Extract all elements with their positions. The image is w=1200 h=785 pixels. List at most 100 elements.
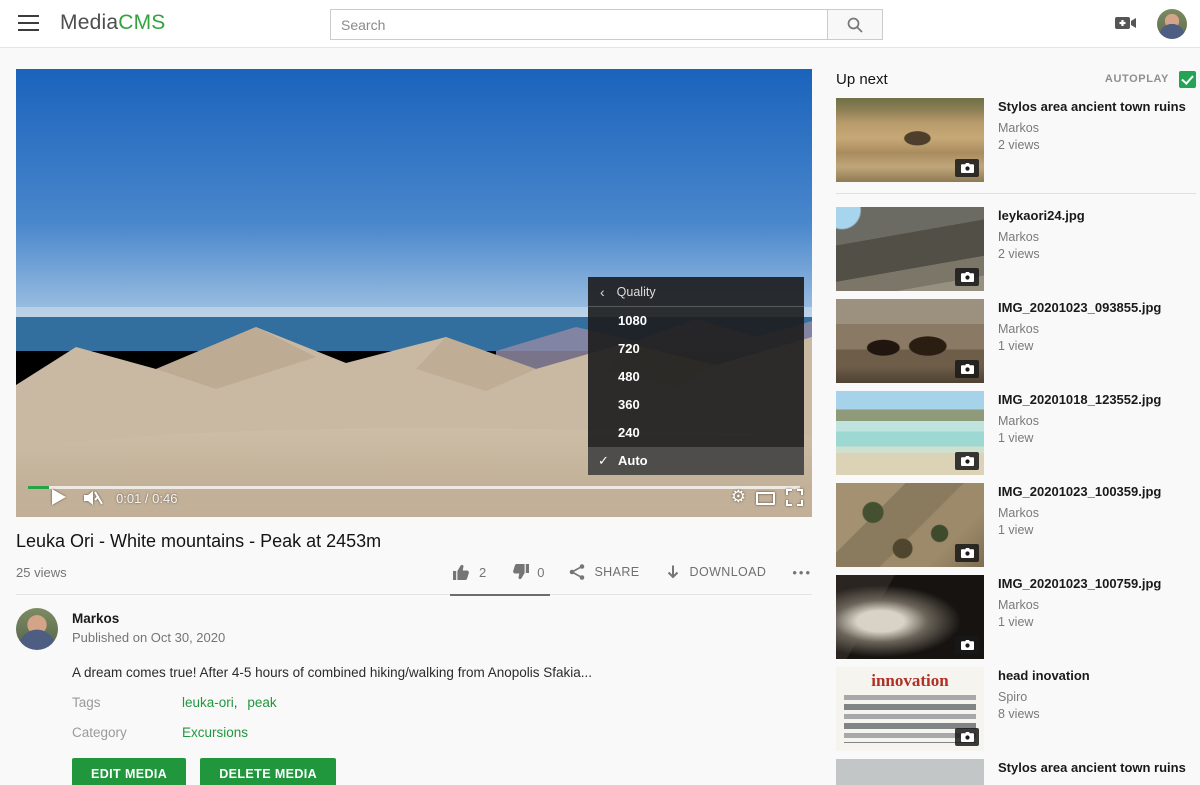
upnext-item-title[interactable]: IMG_20201023_100359.jpg bbox=[998, 484, 1161, 500]
tag-link[interactable]: leuka-ori bbox=[182, 695, 234, 710]
upnext-item-title[interactable]: IMG_20201023_100759.jpg bbox=[998, 576, 1161, 592]
upnext-thumbnail[interactable]: innovation bbox=[836, 667, 984, 751]
autoplay-checkbox[interactable] bbox=[1179, 71, 1196, 88]
category-label: Category bbox=[72, 725, 182, 740]
delete-media-button[interactable]: DELETE MEDIA bbox=[200, 758, 336, 785]
camera-icon bbox=[961, 272, 974, 282]
theater-mode-button[interactable] bbox=[756, 492, 775, 505]
tag-link[interactable]: peak bbox=[247, 695, 276, 710]
fullscreen-icon bbox=[786, 489, 803, 506]
image-type-badge bbox=[955, 159, 979, 177]
upnext-item-title[interactable]: IMG_20201018_123552.jpg bbox=[998, 392, 1161, 408]
upnext-item-author: Markos bbox=[998, 506, 1161, 520]
view-count: 25 views bbox=[16, 565, 67, 580]
camera-icon bbox=[961, 456, 974, 466]
edit-media-button[interactable]: EDIT MEDIA bbox=[72, 758, 186, 785]
upnext-item-title[interactable]: leykaori24.jpg bbox=[998, 208, 1085, 224]
published-date: Published on Oct 30, 2020 bbox=[72, 630, 225, 645]
share-button[interactable]: SHARE bbox=[568, 563, 639, 581]
quality-option[interactable]: ✓ 1080 bbox=[588, 307, 804, 335]
action-bar: 2 0 SHARE bbox=[452, 562, 812, 582]
upnext-item[interactable]: innovation head inovation Spiro 8 views bbox=[836, 667, 1196, 751]
upnext-item-views: 1 view bbox=[998, 523, 1161, 537]
upnext-thumbnail[interactable] bbox=[836, 575, 984, 659]
quality-option-label: 240 bbox=[618, 425, 640, 440]
time-display: 0:01 / 0:46 bbox=[116, 491, 177, 506]
image-type-badge bbox=[955, 360, 979, 378]
video-add-icon bbox=[1114, 14, 1138, 32]
search-input[interactable] bbox=[330, 9, 827, 40]
upnext-item-views: 1 view bbox=[998, 339, 1161, 353]
quality-option[interactable]: ✓ 360 bbox=[588, 391, 804, 419]
upnext-item[interactable]: IMG_20201023_093855.jpg Markos 1 view bbox=[836, 299, 1196, 383]
gear-icon: ⚙ bbox=[731, 487, 746, 506]
meta-row: 25 views 2 0 bbox=[16, 562, 812, 595]
logo-cms: CMS bbox=[118, 11, 165, 34]
video-player[interactable]: ‹ Quality ✓ 1080 ✓ 720 ✓ 480 ✓ 360 ✓ 240… bbox=[16, 69, 812, 517]
upnext-thumbnail[interactable] bbox=[836, 759, 984, 785]
autoplay-label: AUTOPLAY bbox=[1105, 73, 1169, 85]
upnext-item-views: 8 views bbox=[998, 707, 1090, 721]
upnext-item-title[interactable]: head inovation bbox=[998, 668, 1090, 684]
more-options-button[interactable]: ••• bbox=[792, 565, 812, 580]
rating-group: 2 0 bbox=[452, 562, 544, 582]
upnext-item[interactable]: IMG_20201023_100759.jpg Markos 1 view bbox=[836, 575, 1196, 659]
upnext-item-title[interactable]: Stylos area ancient town ruins bbox=[998, 99, 1186, 115]
upnext-item-author: Markos bbox=[998, 230, 1085, 244]
upnext-item-views: 2 views bbox=[998, 138, 1186, 152]
upnext-thumbnail[interactable] bbox=[836, 98, 984, 182]
download-button[interactable]: DOWNLOAD bbox=[664, 563, 767, 581]
author-name[interactable]: Markos bbox=[72, 611, 225, 626]
quality-menu-back[interactable]: ‹ Quality bbox=[588, 277, 804, 307]
upnext-item-title[interactable]: Stylos area ancient town ruins bbox=[998, 760, 1186, 776]
user-avatar[interactable] bbox=[1157, 9, 1187, 39]
settings-button[interactable]: ⚙ bbox=[731, 487, 746, 507]
category-link[interactable]: Excursions bbox=[182, 725, 248, 740]
search-bar bbox=[330, 9, 883, 40]
menu-icon[interactable] bbox=[18, 15, 39, 32]
thumbnail-wordcloud-text: innovation bbox=[836, 671, 984, 691]
upnext-item-author: Markos bbox=[998, 322, 1161, 336]
upnext-item[interactable]: IMG_20201018_123552.jpg Markos 1 view bbox=[836, 391, 1196, 475]
quality-option[interactable]: ✓ 720 bbox=[588, 335, 804, 363]
upnext-item[interactable]: leykaori24.jpg Markos 2 views bbox=[836, 207, 1196, 291]
search-button[interactable] bbox=[827, 9, 883, 40]
owner-actions: EDIT MEDIA DELETE MEDIA bbox=[72, 758, 812, 785]
quality-option[interactable]: ✓ Auto bbox=[588, 447, 804, 475]
upload-media-button[interactable] bbox=[1114, 14, 1138, 37]
upnext-list: Stylos area ancient town ruins Markos 2 … bbox=[836, 98, 1196, 785]
upnext-thumbnail[interactable] bbox=[836, 299, 984, 383]
quality-option[interactable]: ✓ 240 bbox=[588, 419, 804, 447]
upnext-thumbnail[interactable] bbox=[836, 391, 984, 475]
like-button[interactable]: 2 bbox=[452, 562, 486, 582]
play-button[interactable] bbox=[52, 489, 66, 505]
quality-options: ✓ 1080 ✓ 720 ✓ 480 ✓ 360 ✓ 240 ✓ Auto bbox=[588, 307, 804, 475]
mute-button[interactable] bbox=[82, 488, 103, 513]
muted-speaker-icon bbox=[82, 488, 103, 508]
upnext-item-views: 1 view bbox=[998, 431, 1161, 445]
upnext-thumbnail[interactable] bbox=[836, 207, 984, 291]
image-type-badge bbox=[955, 452, 979, 470]
upnext-item-title[interactable]: IMG_20201023_093855.jpg bbox=[998, 300, 1161, 316]
upnext-item-author: Markos bbox=[998, 121, 1186, 135]
tag-separator: , bbox=[234, 695, 238, 710]
upnext-thumbnail[interactable] bbox=[836, 483, 984, 567]
quality-option[interactable]: ✓ 480 bbox=[588, 363, 804, 391]
dislike-button[interactable]: 0 bbox=[510, 562, 544, 582]
upnext-item[interactable]: Stylos area ancient town ruins Markos 2 … bbox=[836, 98, 1196, 194]
quality-option-label: 1080 bbox=[618, 313, 647, 328]
camera-icon bbox=[961, 732, 974, 742]
tags-row: Tags leuka-ori, peak bbox=[72, 695, 812, 710]
logo-media: Media bbox=[60, 11, 118, 34]
author-avatar[interactable] bbox=[16, 608, 58, 650]
quality-option-label: Auto bbox=[618, 453, 648, 468]
up-next-sidebar: Up next AUTOPLAY Stylos area ancient tow… bbox=[836, 69, 1196, 785]
upnext-item[interactable]: IMG_20201023_100359.jpg Markos 1 view bbox=[836, 483, 1196, 567]
quality-menu: ‹ Quality ✓ 1080 ✓ 720 ✓ 480 ✓ 360 ✓ 240… bbox=[588, 277, 804, 475]
camera-icon bbox=[961, 640, 974, 650]
upnext-item-author: Markos bbox=[998, 598, 1161, 612]
app-logo[interactable]: MediaCMS bbox=[60, 11, 165, 35]
upnext-item[interactable]: Stylos area ancient town ruins bbox=[836, 759, 1196, 785]
fullscreen-button[interactable] bbox=[786, 489, 803, 511]
top-bar: MediaCMS bbox=[0, 0, 1200, 48]
